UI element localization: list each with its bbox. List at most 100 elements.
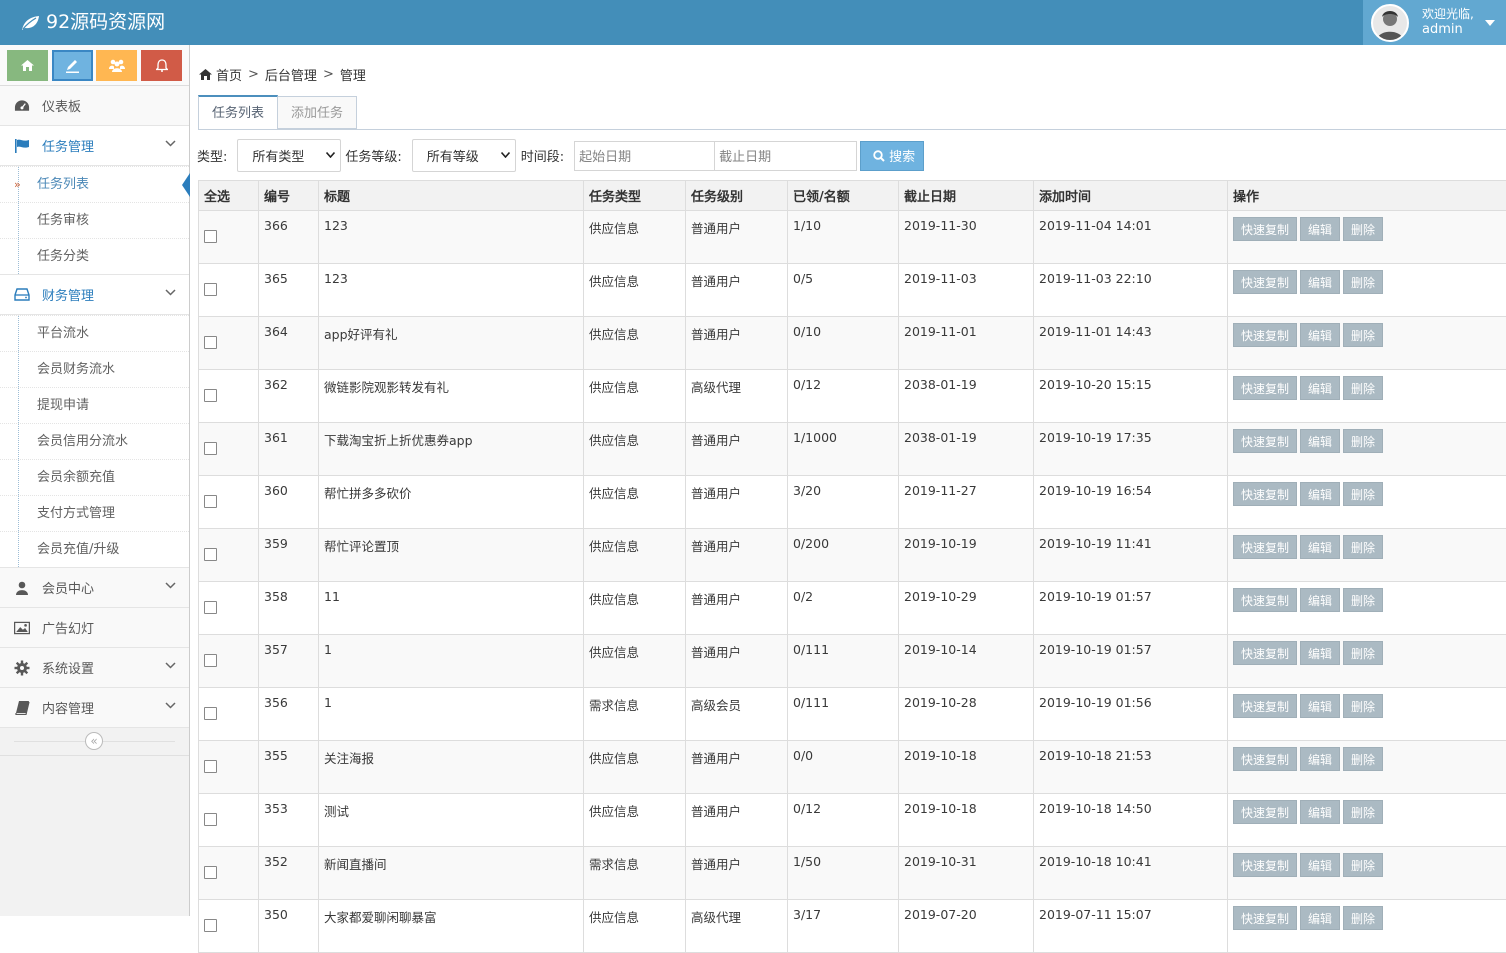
- search-button[interactable]: 搜索: [860, 141, 924, 171]
- col-select-all[interactable]: 全选: [199, 181, 259, 211]
- edit-button[interactable]: 编辑: [1300, 323, 1340, 347]
- row-checkbox[interactable]: [204, 495, 217, 508]
- quick-copy-button[interactable]: 快速复制: [1233, 376, 1297, 400]
- row-checkbox[interactable]: [204, 230, 217, 243]
- delete-button[interactable]: 删除: [1343, 217, 1383, 241]
- edit-button[interactable]: 编辑: [1300, 429, 1340, 453]
- delete-button[interactable]: 删除: [1343, 800, 1383, 824]
- delete-button[interactable]: 删除: [1343, 747, 1383, 771]
- row-checkbox[interactable]: [204, 548, 217, 561]
- shortcut-home-button[interactable]: [7, 50, 48, 81]
- delete-button[interactable]: 删除: [1343, 429, 1383, 453]
- sidebar-item-task-review[interactable]: 任务审核: [0, 202, 189, 238]
- sidebar-item-task-category[interactable]: 任务分类: [0, 238, 189, 274]
- cell-title: 关注海报: [319, 741, 584, 794]
- edit-button[interactable]: 编辑: [1300, 270, 1340, 294]
- edit-button[interactable]: 编辑: [1300, 535, 1340, 559]
- quick-copy-button[interactable]: 快速复制: [1233, 217, 1297, 241]
- row-checkbox[interactable]: [204, 813, 217, 826]
- sidebar-item-payment-methods[interactable]: 支付方式管理: [0, 495, 189, 531]
- tab-add-task[interactable]: 添加任务: [278, 96, 357, 129]
- type-select[interactable]: 所有类型: [237, 139, 341, 172]
- cell-level: 普通用户: [686, 211, 788, 264]
- row-checkbox[interactable]: [204, 601, 217, 614]
- caret-down-icon[interactable]: [1485, 20, 1495, 26]
- sidebar-item-system-settings[interactable]: 系统设置: [0, 648, 189, 688]
- sidebar-item-member-center[interactable]: 会员中心: [0, 568, 189, 608]
- row-checkbox[interactable]: [204, 389, 217, 402]
- delete-button[interactable]: 删除: [1343, 906, 1383, 930]
- row-checkbox[interactable]: [204, 760, 217, 773]
- delete-button[interactable]: 删除: [1343, 694, 1383, 718]
- quick-copy-button[interactable]: 快速复制: [1233, 588, 1297, 612]
- user-menu[interactable]: 欢迎光临, admin: [1363, 0, 1506, 45]
- sidebar-item-finance-management[interactable]: 财务管理: [0, 275, 189, 315]
- row-checkbox[interactable]: [204, 866, 217, 879]
- cell-id: 358: [259, 582, 319, 635]
- breadcrumb-home-link[interactable]: 首页: [216, 65, 242, 84]
- quick-copy-button[interactable]: 快速复制: [1233, 429, 1297, 453]
- double-angle-left-icon[interactable]: «: [85, 732, 103, 750]
- shortcut-bell-button[interactable]: [141, 50, 182, 81]
- edit-button[interactable]: 编辑: [1300, 906, 1340, 930]
- delete-button[interactable]: 删除: [1343, 641, 1383, 665]
- sidebar-item-ads[interactable]: 广告幻灯: [0, 608, 189, 648]
- cell-title: 测试: [319, 794, 584, 847]
- sidebar-item-member-upgrade[interactable]: 会员充值/升级: [0, 531, 189, 567]
- sidebar-item-content-management[interactable]: 内容管理: [0, 688, 189, 728]
- chevron-down-icon: [165, 702, 176, 709]
- edit-button[interactable]: 编辑: [1300, 482, 1340, 506]
- delete-button[interactable]: 删除: [1343, 853, 1383, 877]
- edit-button[interactable]: 编辑: [1300, 376, 1340, 400]
- cell-added: 2019-10-18 10:41: [1034, 847, 1228, 900]
- sidebar-item-balance-recharge[interactable]: 会员余额充值: [0, 459, 189, 495]
- row-checkbox[interactable]: [204, 442, 217, 455]
- delete-button[interactable]: 删除: [1343, 376, 1383, 400]
- delete-button[interactable]: 删除: [1343, 588, 1383, 612]
- delete-button[interactable]: 删除: [1343, 270, 1383, 294]
- delete-button[interactable]: 删除: [1343, 535, 1383, 559]
- delete-button[interactable]: 删除: [1343, 323, 1383, 347]
- edit-button[interactable]: 编辑: [1300, 853, 1340, 877]
- edit-button[interactable]: 编辑: [1300, 217, 1340, 241]
- edit-button[interactable]: 编辑: [1300, 588, 1340, 612]
- quick-copy-button[interactable]: 快速复制: [1233, 535, 1297, 559]
- edit-button[interactable]: 编辑: [1300, 694, 1340, 718]
- quick-copy-button[interactable]: 快速复制: [1233, 641, 1297, 665]
- sidebar-item-task-list[interactable]: »任务列表: [0, 166, 189, 202]
- row-checkbox[interactable]: [204, 283, 217, 296]
- cell-added: 2019-10-18 14:50: [1034, 794, 1228, 847]
- sidebar-item-dashboard[interactable]: 仪表板: [0, 86, 189, 126]
- sidebar-item-platform-flow[interactable]: 平台流水: [0, 315, 189, 351]
- edit-button[interactable]: 编辑: [1300, 800, 1340, 824]
- quick-copy-button[interactable]: 快速复制: [1233, 800, 1297, 824]
- row-checkbox[interactable]: [204, 707, 217, 720]
- cell-level: 普通用户: [686, 423, 788, 476]
- quick-copy-button[interactable]: 快速复制: [1233, 853, 1297, 877]
- quick-copy-button[interactable]: 快速复制: [1233, 694, 1297, 718]
- delete-button[interactable]: 删除: [1343, 482, 1383, 506]
- level-select[interactable]: 所有等级: [412, 139, 516, 172]
- row-checkbox[interactable]: [204, 654, 217, 667]
- sidebar-item-member-finance-flow[interactable]: 会员财务流水: [0, 351, 189, 387]
- tab-task-list[interactable]: 任务列表: [198, 95, 278, 130]
- quick-copy-button[interactable]: 快速复制: [1233, 270, 1297, 294]
- shortcut-edit-button[interactable]: [52, 50, 93, 81]
- quick-copy-button[interactable]: 快速复制: [1233, 906, 1297, 930]
- end-date-input[interactable]: 截止日期: [715, 141, 857, 171]
- edit-button[interactable]: 编辑: [1300, 641, 1340, 665]
- sidebar-item-withdraw-request[interactable]: 提现申请: [0, 387, 189, 423]
- quick-copy-button[interactable]: 快速复制: [1233, 482, 1297, 506]
- home-icon: [21, 60, 34, 71]
- row-checkbox[interactable]: [204, 336, 217, 349]
- quick-copy-button[interactable]: 快速复制: [1233, 747, 1297, 771]
- sidebar-item-task-management[interactable]: 任务管理: [0, 126, 189, 166]
- row-checkbox[interactable]: [204, 919, 217, 932]
- brand[interactable]: 92源码资源网: [20, 0, 165, 45]
- breadcrumb-admin-link[interactable]: 后台管理: [265, 65, 317, 84]
- quick-copy-button[interactable]: 快速复制: [1233, 323, 1297, 347]
- sidebar-item-credit-flow[interactable]: 会员信用分流水: [0, 423, 189, 459]
- edit-button[interactable]: 编辑: [1300, 747, 1340, 771]
- shortcut-users-button[interactable]: [96, 50, 137, 81]
- start-date-input[interactable]: 起始日期: [574, 141, 715, 171]
